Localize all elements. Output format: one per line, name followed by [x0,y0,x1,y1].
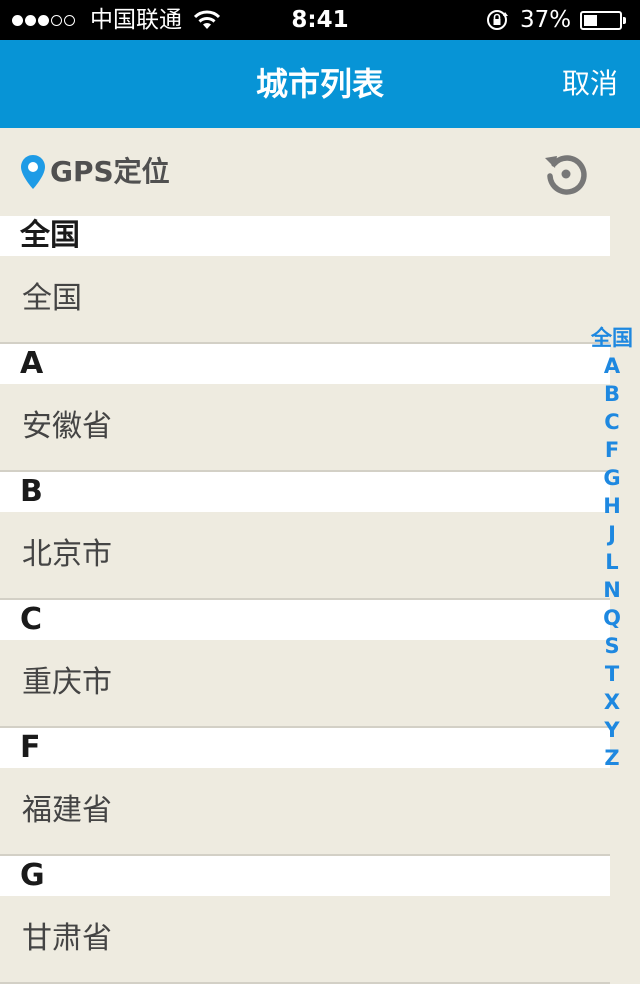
battery-percent: 37% [520,7,572,33]
index-y[interactable]: Y [604,716,619,744]
index-a[interactable]: A [604,352,620,380]
list-item[interactable]: 重庆市 [0,640,610,728]
refresh-icon[interactable] [542,150,590,202]
index-c[interactable]: C [604,408,619,436]
index-s[interactable]: S [604,632,619,660]
index-g[interactable]: G [603,464,620,492]
list-item[interactable]: 福建省 [0,768,610,856]
section-header: B [0,472,610,512]
section-header: A [0,344,610,384]
cancel-button[interactable]: 取消 [562,40,618,128]
list-item[interactable]: 甘肃省 [0,896,610,984]
index-q[interactable]: Q [603,604,621,632]
index-x[interactable]: X [604,688,620,716]
index-j[interactable]: J [608,520,616,548]
group-a: A 安徽省 [0,344,640,472]
group-c: C 重庆市 [0,600,640,728]
list-item[interactable]: 安徽省 [0,384,610,472]
alphabet-index[interactable]: 全国 A B C F G H J L N Q S T X Y Z [589,324,635,772]
index-quanguo[interactable]: 全国 [591,324,633,352]
section-header: G [0,856,610,896]
location-pin-icon [20,154,46,194]
list-item[interactable]: 北京市 [0,512,610,600]
section-header: F [0,728,610,768]
page-title: 城市列表 [255,65,384,103]
index-t[interactable]: T [605,660,619,688]
status-bar: 中国联通 8:41 37% [0,0,640,40]
section-header: C [0,600,610,640]
list-item[interactable]: 全国 [0,256,610,344]
group-g: G 甘肃省 [0,856,640,984]
city-list: 全国 全国 A 安徽省 B 北京市 C 重庆市 F 福建省 G 甘肃省 [0,216,640,984]
nav-bar: 城市列表 取消 [0,40,640,128]
gps-label: GPS定位 [50,155,170,188]
gps-location-row[interactable]: GPS定位 [0,128,640,216]
index-f[interactable]: F [605,436,619,464]
index-b[interactable]: B [604,380,620,408]
group-f: F 福建省 [0,728,640,856]
index-h[interactable]: H [603,492,621,520]
index-z[interactable]: Z [604,744,619,772]
battery-icon [580,11,626,30]
group-quanguo: 全国 全国 [0,216,640,344]
rotation-lock-icon [486,9,510,35]
section-header: 全国 [0,216,610,256]
group-b: B 北京市 [0,472,640,600]
index-n[interactable]: N [603,576,621,604]
index-l[interactable]: L [605,548,618,576]
